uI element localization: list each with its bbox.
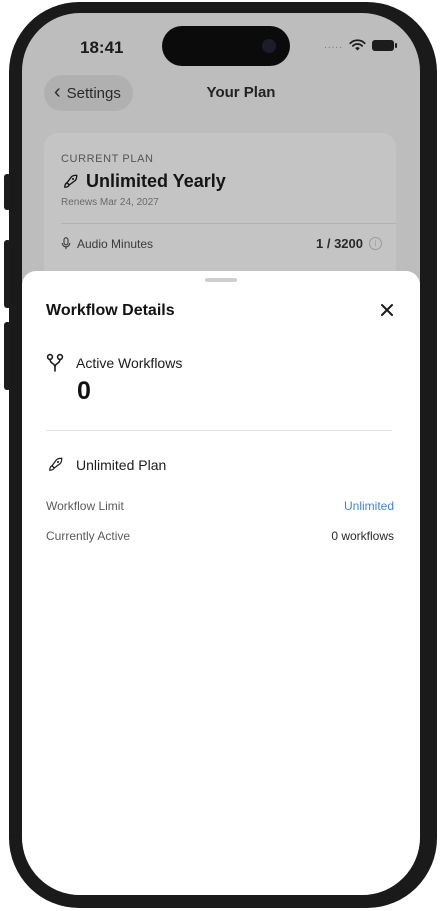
sheet-grabber[interactable] xyxy=(205,278,237,282)
signal-indicator: ..... xyxy=(324,39,343,51)
plan-renewal-date: Renews Mar 24, 2027 xyxy=(61,197,159,208)
status-bar: 18:41 ..... xyxy=(22,13,420,71)
battery-icon xyxy=(372,39,397,51)
plan-name: Unlimited Yearly xyxy=(61,171,226,192)
audio-minutes-label-text: Audio Minutes xyxy=(77,236,154,251)
current-plan-card: CURRENT PLAN Unlimited Yearly Renews Mar… xyxy=(44,133,396,283)
close-icon xyxy=(381,304,393,316)
page-title: Your Plan xyxy=(206,84,276,101)
rocket-icon xyxy=(64,174,78,188)
active-workflows-label: Active Workflows xyxy=(76,355,183,371)
currently-active-value: 0 workflows xyxy=(331,529,394,543)
rocket-icon xyxy=(49,457,63,471)
audio-minutes-row: Audio Minutes 1 / 3200 i xyxy=(61,236,382,251)
screen: 18:41 ..... ‹ Settings Your Plan CURRENT… xyxy=(22,13,420,895)
status-icons: ..... xyxy=(324,39,397,51)
divider xyxy=(61,223,396,224)
status-time: 18:41 xyxy=(80,38,124,57)
currently-active-label: Currently Active xyxy=(46,529,131,543)
camera-icon xyxy=(262,39,276,53)
audio-minutes-value: 1 / 3200 i xyxy=(316,236,382,251)
active-workflows-count: 0 xyxy=(77,377,91,405)
audio-minutes-count: 1 / 3200 xyxy=(316,236,363,251)
info-icon[interactable]: i xyxy=(369,237,382,250)
dynamic-island xyxy=(162,26,290,66)
nav-bar: ‹ Settings Your Plan xyxy=(22,75,420,115)
phone-frame: 18:41 ..... ‹ Settings Your Plan CURRENT… xyxy=(9,2,437,908)
active-workflows-header: Active Workflows xyxy=(46,353,182,373)
microphone-icon xyxy=(61,237,71,250)
branch-icon xyxy=(46,353,64,372)
unlimited-plan-label: Unlimited Plan xyxy=(76,457,167,473)
divider xyxy=(46,430,392,431)
currently-active-row: Currently Active 0 workflows xyxy=(46,529,394,543)
close-button[interactable] xyxy=(376,299,398,321)
workflow-details-sheet: Workflow Details Active Workflows 0 Unli… xyxy=(22,271,420,895)
audio-minutes-label: Audio Minutes xyxy=(61,237,153,251)
unlimited-plan-header: Unlimited Plan xyxy=(46,456,166,474)
workflow-limit-row: Workflow Limit Unlimited xyxy=(46,499,394,513)
workflow-limit-label: Workflow Limit xyxy=(46,499,124,513)
wifi-icon xyxy=(349,39,366,51)
sheet-title: Workflow Details xyxy=(46,302,175,319)
current-plan-label: CURRENT PLAN xyxy=(61,153,154,165)
workflow-limit-value: Unlimited xyxy=(343,499,394,513)
plan-name-text: Unlimited Yearly xyxy=(86,171,226,191)
